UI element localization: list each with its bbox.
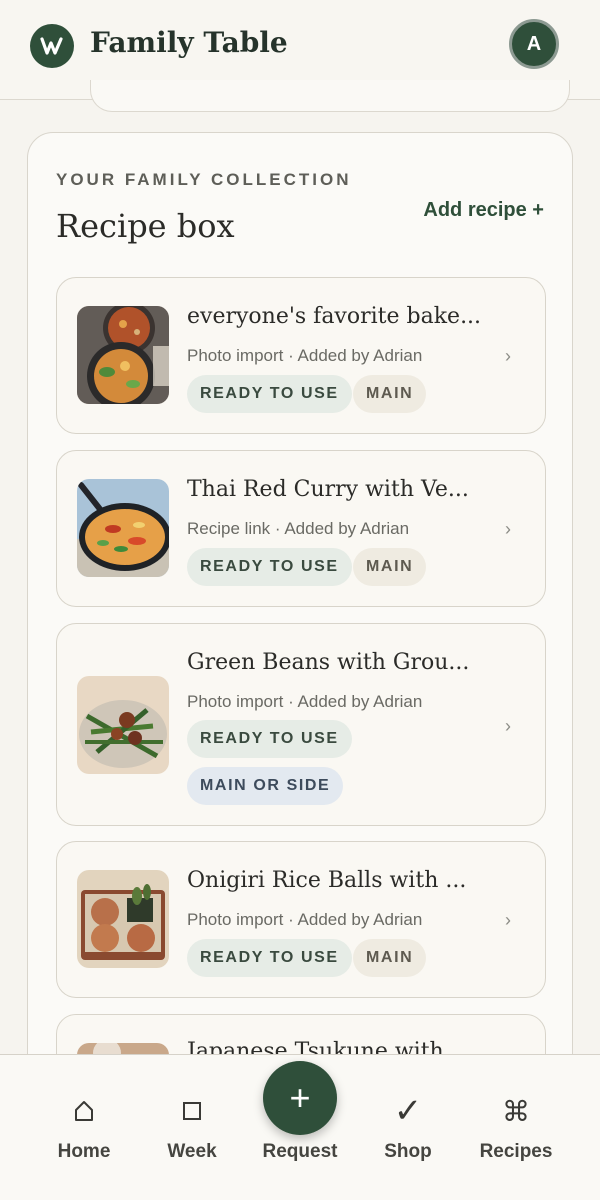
nav-week-label: Week bbox=[167, 1141, 217, 1162]
avatar[interactable]: A bbox=[509, 19, 559, 69]
home-icon bbox=[34, 1091, 134, 1131]
nav-recipes[interactable]: ⌘ Recipes bbox=[466, 1091, 566, 1163]
ready-tag: READY TO USE bbox=[187, 375, 352, 413]
recipe-thumbnail bbox=[77, 479, 169, 577]
recipe-title: Onigiri Rice Balls with ... bbox=[187, 868, 467, 893]
recipe-card[interactable]: everyone's favorite bake... Photo import… bbox=[56, 277, 546, 434]
recipe-thumbnail bbox=[77, 676, 169, 774]
app-title: Family Table bbox=[90, 26, 288, 59]
command-icon: ⌘ bbox=[502, 1095, 530, 1127]
recipe-meta: Photo import · Added by Adrian bbox=[187, 346, 423, 365]
checkmark-icon: ✓ bbox=[393, 1092, 423, 1130]
add-recipe-button[interactable]: Add recipe + bbox=[423, 199, 544, 222]
category-tag: MAIN bbox=[353, 548, 427, 586]
recipe-meta: Photo import · Added by Adrian bbox=[187, 910, 423, 929]
category-tag: MAIN bbox=[353, 375, 427, 413]
nav-shop[interactable]: ✓ Shop bbox=[358, 1091, 458, 1163]
previous-card-edge bbox=[90, 80, 570, 112]
recipe-title: everyone's favorite bake... bbox=[187, 304, 482, 329]
ready-tag: READY TO USE bbox=[187, 720, 352, 758]
recipe-card[interactable]: Green Beans with Grou... Photo import · … bbox=[56, 623, 546, 826]
category-tag: MAIN OR SIDE bbox=[187, 767, 344, 805]
request-fab-button[interactable]: + bbox=[263, 1061, 337, 1135]
nav-recipes-label: Recipes bbox=[479, 1141, 553, 1162]
week-icon bbox=[142, 1091, 242, 1131]
nav-shop-label: Shop bbox=[384, 1141, 432, 1162]
nav-home[interactable]: Home bbox=[34, 1091, 134, 1163]
recipe-box-panel: YOUR FAMILY COLLECTION Recipe box Add re… bbox=[27, 132, 573, 1132]
chevron-right-icon: › bbox=[505, 716, 511, 736]
nav-request-label[interactable]: Request bbox=[250, 1141, 350, 1163]
chevron-right-icon: › bbox=[505, 346, 511, 366]
logo-mark bbox=[40, 37, 63, 55]
nav-home-label: Home bbox=[57, 1141, 111, 1162]
chevron-right-icon: › bbox=[505, 910, 511, 930]
recipe-meta: Recipe link · Added by Adrian bbox=[187, 519, 410, 538]
w-logo-icon[interactable] bbox=[30, 24, 74, 68]
category-tag: MAIN bbox=[353, 939, 427, 977]
bottom-nav: Home Week + Request ✓ Shop ⌘ Recipes bbox=[0, 1054, 600, 1200]
recipe-thumbnail bbox=[77, 306, 169, 404]
collection-eyebrow: YOUR FAMILY COLLECTION bbox=[56, 170, 352, 189]
chevron-right-icon: › bbox=[505, 519, 511, 539]
recipe-title: Thai Red Curry with Ve... bbox=[187, 477, 469, 502]
ready-tag: READY TO USE bbox=[187, 939, 352, 977]
recipe-card[interactable]: Thai Red Curry with Ve... Recipe link · … bbox=[56, 450, 546, 607]
recipe-title: Green Beans with Grou... bbox=[187, 650, 470, 675]
nav-week[interactable]: Week bbox=[142, 1091, 242, 1163]
page-title: Recipe box bbox=[56, 207, 235, 245]
ready-tag: READY TO USE bbox=[187, 548, 352, 586]
recipe-meta: Photo import · Added by Adrian bbox=[187, 692, 423, 711]
recipe-card[interactable]: Onigiri Rice Balls with ... Photo import… bbox=[56, 841, 546, 998]
recipe-thumbnail bbox=[77, 870, 169, 968]
